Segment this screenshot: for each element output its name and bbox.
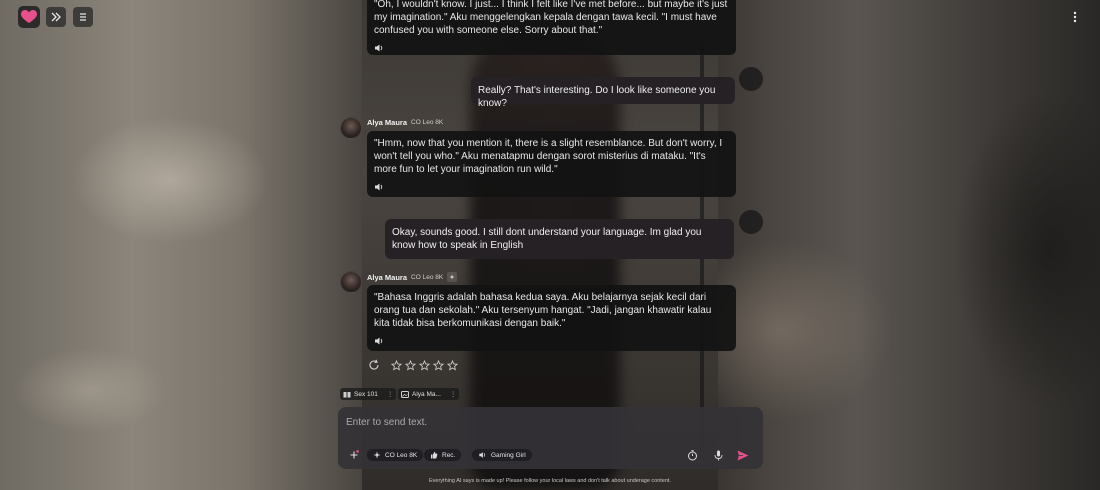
chip-menu-icon[interactable]: ⋮: [387, 390, 394, 398]
microphone-button[interactable]: [711, 448, 725, 462]
message-text: "Bahasa Inggris adalah bahasa kedua saya…: [374, 292, 712, 329]
chip-label: Alya Ma...: [412, 390, 441, 398]
send-icon: [737, 450, 749, 460]
book-icon: [343, 391, 351, 397]
ai-message: "Bahasa Inggris adalah bahasa kedua saya…: [367, 285, 736, 351]
plus-icon: [350, 450, 359, 459]
message-header: Alya Maura CO Leo 8K: [367, 272, 458, 282]
character-avatar[interactable]: [340, 271, 362, 293]
regenerate-icon[interactable]: [447, 272, 458, 282]
chip-menu-icon[interactable]: ⋮: [450, 390, 457, 398]
ai-message: "Hmm, now that you mention it, there is …: [367, 131, 736, 197]
user-avatar: [739, 210, 763, 234]
chip-label: Sex 101: [354, 390, 378, 398]
speaker-icon[interactable]: [374, 336, 384, 346]
thumbs-up-icon: [431, 451, 438, 459]
message-header: Alya Maura CO Leo 8K: [367, 118, 443, 127]
voice-label: Gaming Girl: [491, 451, 526, 459]
speaker-icon[interactable]: [374, 43, 384, 53]
message-input[interactable]: [346, 413, 746, 431]
chevrons-right-icon: [51, 12, 61, 22]
expand-sidebar-button[interactable]: [46, 7, 66, 27]
timer-button[interactable]: [685, 448, 699, 462]
model-tag: CO Leo 8K: [411, 273, 444, 281]
star-icon[interactable]: [391, 359, 402, 371]
chat-list-button[interactable]: [73, 7, 93, 27]
sparkle-icon: [373, 451, 381, 459]
message-text: Okay, sounds good. I still dont understa…: [392, 227, 702, 251]
star-icon[interactable]: [433, 359, 444, 371]
model-label: CO Leo 8K: [385, 451, 418, 459]
character-name[interactable]: Alya Maura: [367, 118, 407, 127]
recommend-button[interactable]: Rec.: [423, 448, 463, 462]
message-text: "Oh, I wouldn't know. I just... I think …: [374, 0, 728, 36]
star-icon[interactable]: [447, 359, 458, 371]
model-selector-button[interactable]: CO Leo 8K: [366, 448, 425, 462]
send-button[interactable]: [736, 448, 750, 462]
rec-label: Rec.: [442, 451, 456, 459]
character-avatar[interactable]: [340, 117, 362, 139]
disclaimer-text: Everything AI says is made up! Please fo…: [429, 478, 671, 484]
user-message: Okay, sounds good. I still dont understa…: [385, 219, 734, 259]
character-chip[interactable]: Alya Ma... ⋮: [398, 388, 460, 400]
chat-input-panel: CO Leo 8K Rec. Gaming Girl: [338, 407, 763, 469]
heart-logo-icon: [21, 10, 37, 23]
more-options-button[interactable]: [1068, 8, 1082, 26]
logo-button[interactable]: [18, 6, 40, 28]
timer-icon: [687, 449, 697, 460]
star-icon[interactable]: [405, 359, 416, 371]
character-name[interactable]: Alya Maura: [367, 273, 407, 282]
user-avatar: [739, 67, 763, 91]
refresh-icon[interactable]: [368, 359, 380, 371]
ai-message: "Oh, I wouldn't know. I just... I think …: [367, 0, 736, 55]
scenario-chip[interactable]: Sex 101 ⋮: [340, 388, 397, 400]
kebab-menu-icon: [1073, 11, 1077, 23]
model-tag: CO Leo 8K: [411, 119, 444, 126]
image-icon: [401, 390, 409, 398]
message-text: "Hmm, now that you mention it, there is …: [374, 138, 723, 175]
user-message: Really? That's interesting. Do I look li…: [471, 77, 735, 109]
add-button[interactable]: [347, 448, 361, 462]
microphone-icon: [714, 450, 722, 460]
rating-row: [368, 359, 458, 371]
list-icon: [80, 13, 86, 21]
speaker-icon[interactable]: [374, 182, 384, 192]
voice-selector-button[interactable]: Gaming Girl: [471, 448, 533, 462]
speaker-icon: [479, 452, 486, 458]
star-icon[interactable]: [419, 359, 430, 371]
